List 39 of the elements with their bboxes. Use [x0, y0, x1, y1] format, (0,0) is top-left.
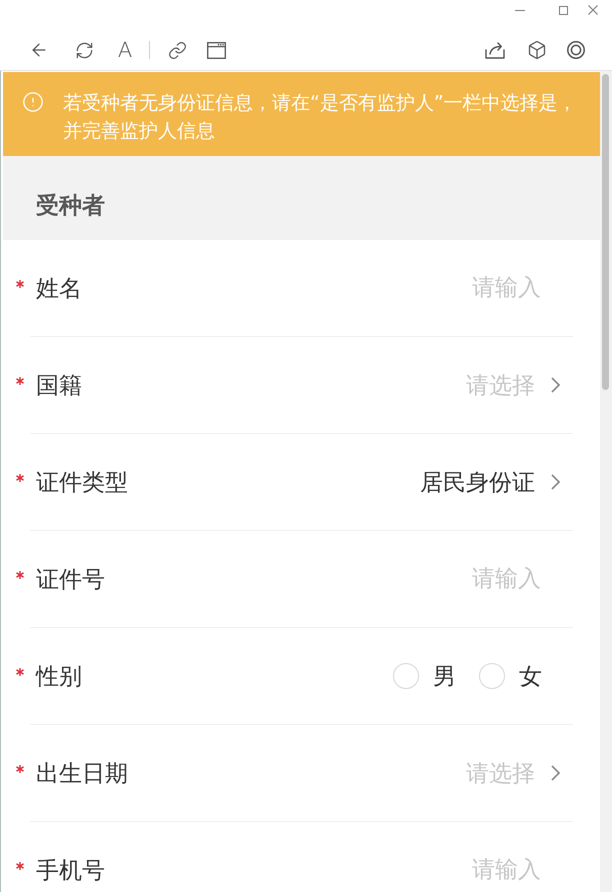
- scrollbar-thumb[interactable]: [602, 74, 609, 390]
- share-icon: [485, 41, 505, 59]
- field-label: 出生日期: [36, 760, 128, 788]
- field-label: 证件号: [36, 566, 105, 594]
- input-field[interactable]: 请输入: [341, 566, 541, 592]
- required-asterisk-icon: [16, 280, 24, 288]
- field-label: 性别: [36, 662, 82, 692]
- close-icon: [588, 5, 598, 15]
- field-label: 证件类型: [36, 468, 128, 498]
- required-asterisk-icon: [16, 862, 24, 870]
- font-size-button[interactable]: A: [107, 34, 143, 66]
- required-asterisk-icon: [16, 377, 24, 385]
- link-icon: [168, 40, 186, 60]
- required-asterisk-icon: [16, 668, 24, 676]
- radio-option[interactable]: 男: [393, 660, 456, 692]
- scrollbar[interactable]: [600, 71, 612, 892]
- section-title: 受种者: [36, 192, 105, 220]
- field-label: 手机号: [36, 856, 105, 886]
- radio-circle[interactable]: [479, 663, 505, 689]
- input-field[interactable]: 请输入: [341, 857, 541, 883]
- notice-text: 若受种者无身份证信息，请在“是否有监护人”一栏中选择是，并完善监护人信息: [63, 91, 578, 144]
- required-asterisk-icon: [16, 474, 24, 482]
- required-asterisk-icon: [16, 571, 24, 579]
- input-field[interactable]: 请输入: [341, 275, 541, 301]
- radio-circle[interactable]: [393, 663, 419, 689]
- concentric-circles-icon: [567, 41, 585, 59]
- required-asterisk-icon: [16, 765, 24, 773]
- chevron-right-icon: [551, 377, 560, 393]
- select-field[interactable]: 居民身份证: [420, 466, 560, 498]
- radio-option[interactable]: 女: [479, 660, 542, 692]
- field-label: 姓名: [36, 274, 82, 304]
- refresh-icon: [74, 40, 94, 60]
- chevron-right-icon: [551, 474, 560, 490]
- field-label: 国籍: [36, 372, 82, 400]
- maximize-icon: [558, 6, 568, 14]
- chevron-right-icon: [551, 765, 560, 781]
- cube-icon: [527, 40, 547, 60]
- alert-icon: [22, 91, 44, 113]
- window-icon: [206, 42, 226, 58]
